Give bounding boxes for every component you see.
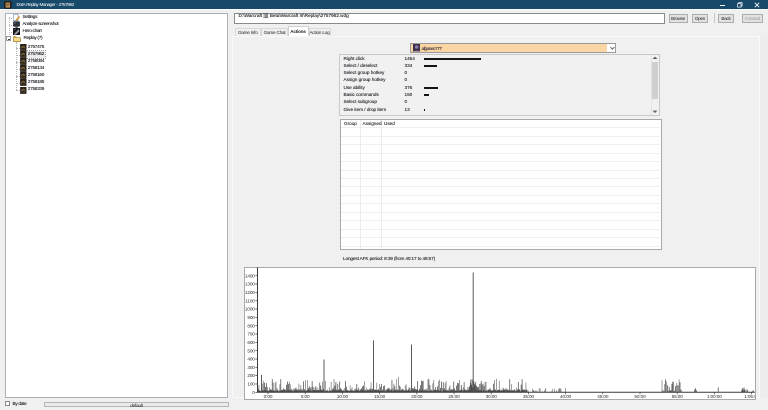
svg-text:300: 300 <box>247 365 255 370</box>
svg-text:10:00: 10:00 <box>337 394 349 399</box>
svg-text:45:00: 45:00 <box>597 394 609 399</box>
svg-text:0: 0 <box>252 390 255 395</box>
svg-text:25:00: 25:00 <box>448 394 460 399</box>
svg-text:35:00: 35:00 <box>523 394 535 399</box>
svg-text:200: 200 <box>247 373 255 378</box>
svg-text:0:00: 0:00 <box>264 394 273 399</box>
svg-text:800: 800 <box>247 323 255 328</box>
svg-text:700: 700 <box>247 332 255 337</box>
svg-text:400: 400 <box>247 357 255 362</box>
svg-text:500: 500 <box>247 348 255 353</box>
svg-text:1000: 1000 <box>245 307 255 312</box>
svg-text:1:05:00: 1:05:00 <box>744 394 759 399</box>
svg-text:50:00: 50:00 <box>634 394 646 399</box>
svg-text:100: 100 <box>247 382 255 387</box>
svg-text:55:00: 55:00 <box>672 394 684 399</box>
svg-text:1200: 1200 <box>245 290 255 295</box>
svg-text:1100: 1100 <box>245 298 255 303</box>
svg-text:5:00: 5:00 <box>301 394 310 399</box>
svg-text:40:00: 40:00 <box>560 394 572 399</box>
svg-text:1400: 1400 <box>245 273 255 278</box>
svg-text:1:00:00: 1:00:00 <box>707 394 722 399</box>
svg-text:15:00: 15:00 <box>374 394 386 399</box>
svg-text:20:00: 20:00 <box>411 394 423 399</box>
svg-text:30:00: 30:00 <box>486 394 498 399</box>
svg-text:600: 600 <box>247 340 255 345</box>
svg-text:1300: 1300 <box>245 282 255 287</box>
svg-text:900: 900 <box>247 315 255 320</box>
